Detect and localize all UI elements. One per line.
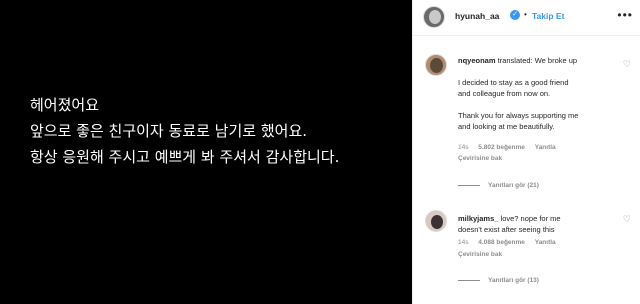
comment-likes[interactable]: 4.088 beğenme xyxy=(478,239,525,246)
comment-text-line: love? nope for me xyxy=(500,214,561,223)
avatar[interactable] xyxy=(425,210,447,232)
reply-button[interactable]: Yanıtla xyxy=(535,239,556,246)
like-heart-icon[interactable]: ♡ xyxy=(623,214,631,225)
view-replies-button[interactable]: Yanıtları gör (21) xyxy=(458,182,539,189)
comment-username[interactable]: milkyjams_ xyxy=(458,214,498,223)
view-replies-button[interactable]: Yanıtları gör (13) xyxy=(458,277,539,284)
avatar[interactable] xyxy=(423,6,445,28)
post-side-panel: hyunah_aa ✓ • Takip Et ••• nqyeonam tran… xyxy=(412,0,640,304)
post-image[interactable]: 헤어졌어요 앞으로 좋은 친구이자 동료로 남기로 했어요. 항상 응원해 주시… xyxy=(0,0,412,304)
comment-text-line xyxy=(458,99,618,110)
translate-link[interactable]: Çevirisine bak xyxy=(458,155,502,162)
comment-meta: 14s 5.802 beğenme Yanıtla xyxy=(458,144,564,151)
replies-divider-line xyxy=(458,279,480,281)
comment-text-line: I decided to stay as a good friend xyxy=(458,78,569,87)
comment-text-line: translated: We broke up xyxy=(497,56,578,65)
post-caption-image-text: 헤어졌어요 앞으로 좋은 친구이자 동료로 남기로 했어요. 항상 응원해 주시… xyxy=(30,92,339,170)
comment-body: milkyjams_ love? nope for me doesn't exi… xyxy=(458,213,618,235)
view-replies-label: Yanıtları gör (21) xyxy=(488,182,539,189)
post-author-username[interactable]: hyunah_aa xyxy=(455,11,499,21)
reply-button[interactable]: Yanıtla xyxy=(535,144,556,151)
post-text-line: 항상 응원해 주시고 예쁘게 봐 주셔서 감사합니다. xyxy=(30,148,340,166)
comment-text-line: and looking at me beautifully. xyxy=(458,122,555,131)
translate-link[interactable]: Çevirisine bak xyxy=(458,251,502,258)
more-options-icon[interactable]: ••• xyxy=(617,8,633,22)
follow-button[interactable]: Takip Et xyxy=(532,11,564,21)
comment-timestamp: 14s xyxy=(458,239,469,246)
comment-text-line: Thank you for always supporting me xyxy=(458,111,579,120)
avatar[interactable] xyxy=(425,54,447,76)
replies-divider-line xyxy=(458,184,480,186)
comment-text-line: doesn't exist after seeing this xyxy=(458,225,555,234)
separator-dot: • xyxy=(524,10,527,19)
verified-badge-icon: ✓ xyxy=(510,10,520,20)
post-text-line: 헤어졌어요 xyxy=(30,96,100,114)
post-text-line: 앞으로 좋은 친구이자 동료로 남기로 했어요. xyxy=(30,122,308,140)
comment-meta: 14s 4.088 beğenme Yanıtla xyxy=(458,239,564,246)
comment-likes[interactable]: 5.802 beğenme xyxy=(478,144,525,151)
like-heart-icon[interactable]: ♡ xyxy=(623,59,631,70)
comment-text-line xyxy=(458,66,618,77)
comment-body: nqyeonam translated: We broke up I decid… xyxy=(458,55,618,132)
post-header: hyunah_aa ✓ • Takip Et ••• xyxy=(413,0,640,36)
comment-username[interactable]: nqyeonam xyxy=(458,56,496,65)
view-replies-label: Yanıtları gör (13) xyxy=(488,277,539,284)
comment-timestamp: 14s xyxy=(458,144,469,151)
comment-text-line: and colleague from now on. xyxy=(458,89,551,98)
